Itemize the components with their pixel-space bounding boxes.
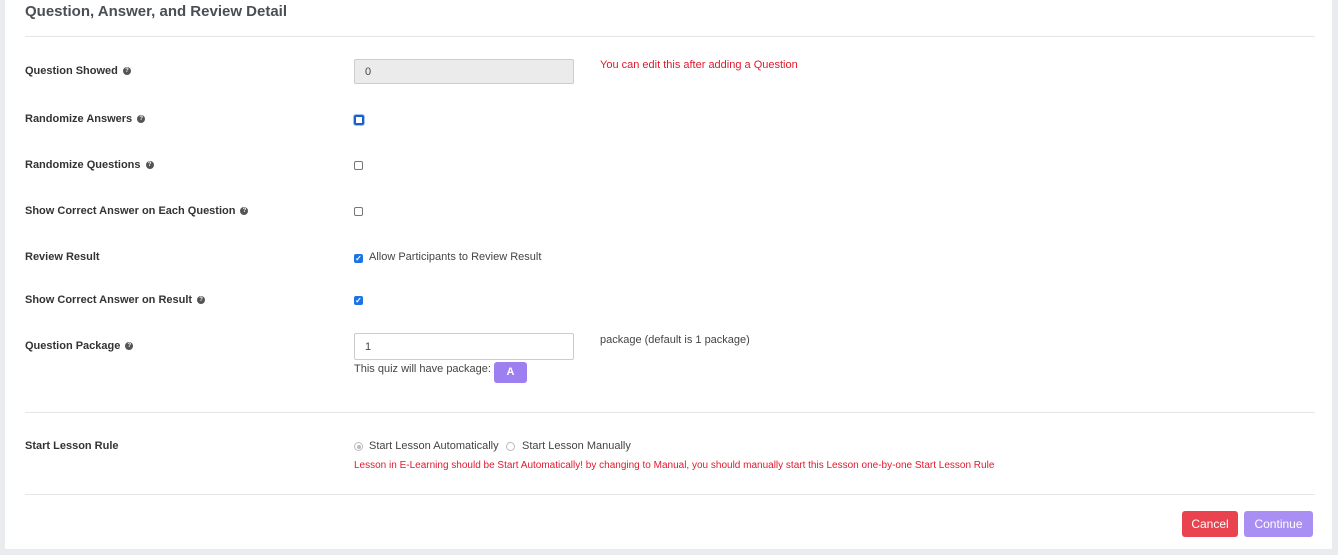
divider [25,412,1315,413]
randomize-answers-checkbox[interactable] [354,115,364,125]
randomize-answers-label: Randomize Answers ? [25,113,146,125]
review-result-checkbox[interactable]: ✓ [354,254,363,263]
question-showed-input[interactable] [354,59,574,84]
randomize-questions-checkbox[interactable] [354,161,363,170]
question-showed-label: Question Showed ? [25,65,131,77]
cancel-button[interactable]: Cancel [1182,511,1238,537]
show-correct-result-checkbox[interactable]: ✓ [354,296,363,305]
help-icon: ? [240,207,249,215]
show-correct-result-label-text: Show Correct Answer on Result [25,294,193,306]
divider [25,494,1315,495]
show-correct-each-label-text: Show Correct Answer on Each Question [25,205,236,217]
form-card: Question, Answer, and Review Detail Ques… [5,0,1332,549]
help-icon: ? [125,342,134,350]
randomize-questions-label: Randomize Questions ? [25,159,154,171]
start-manual-label: Start Lesson Manually [522,440,631,452]
start-manual-radio[interactable] [506,442,515,451]
help-icon: ? [197,296,206,304]
start-auto-radio[interactable] [354,442,363,451]
show-correct-result-label: Show Correct Answer on Result ? [25,294,206,306]
review-result-label-text: Review Result [25,251,100,263]
section-title: Question, Answer, and Review Detail [25,3,288,20]
question-package-label: Question Package ? [25,340,134,352]
randomize-answers-label-text: Randomize Answers [25,113,133,125]
help-icon: ? [145,161,154,169]
review-result-label: Review Result [25,251,100,263]
start-lesson-label: Start Lesson Rule [25,440,119,452]
help-icon: ? [122,67,131,75]
question-package-hint: package (default is 1 package) [600,334,750,346]
show-correct-each-checkbox[interactable] [354,207,363,216]
divider [25,36,1315,37]
start-lesson-warning: Lesson in E-Learning should be Start Aut… [354,460,995,471]
start-lesson-label-text: Start Lesson Rule [25,440,119,452]
package-badge[interactable]: A [494,362,527,383]
review-result-checkbox-label: Allow Participants to Review Result [369,251,542,263]
show-correct-each-label: Show Correct Answer on Each Question ? [25,205,249,217]
question-package-label-text: Question Package [25,340,121,352]
question-showed-note: You can edit this after adding a Questio… [600,59,798,71]
continue-button[interactable]: Continue [1244,511,1313,537]
package-text: This quiz will have package: [354,363,491,375]
question-showed-label-text: Question Showed [25,65,118,77]
help-icon: ? [137,115,146,123]
start-auto-label: Start Lesson Automatically [369,440,499,452]
question-package-input[interactable] [354,333,574,360]
randomize-questions-label-text: Randomize Questions [25,159,141,171]
